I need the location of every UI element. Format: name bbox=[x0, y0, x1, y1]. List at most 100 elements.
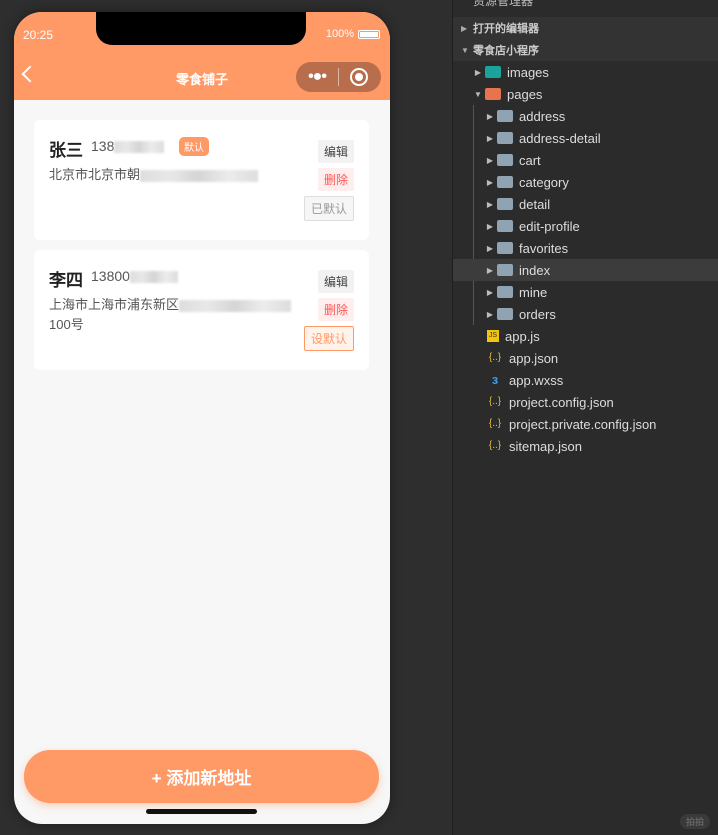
folder-icon bbox=[497, 110, 513, 122]
status-time: 20:25 bbox=[23, 28, 54, 42]
folder-icon bbox=[497, 308, 513, 320]
tree-item-orders[interactable]: ▶ orders bbox=[453, 303, 718, 325]
caret-icon: ▶ bbox=[486, 155, 494, 165]
tree-item-address-detail[interactable]: ▶ address-detail bbox=[453, 127, 718, 149]
tree-item-cart[interactable]: ▶ cart bbox=[453, 149, 718, 171]
more-dots-icon[interactable]: •●• bbox=[296, 68, 338, 86]
tree-item-label: address-detail bbox=[519, 130, 601, 146]
folder-icon bbox=[497, 220, 513, 232]
tree-item-favorites[interactable]: ▶ favorites bbox=[453, 237, 718, 259]
caret-down-icon: ▼ bbox=[461, 45, 469, 55]
caret-icon: ▶ bbox=[486, 133, 494, 143]
edit-button[interactable]: 编辑 bbox=[317, 140, 354, 163]
folder-icon bbox=[497, 264, 513, 276]
json-file-icon: {..} bbox=[488, 396, 502, 407]
tree-item-label: address bbox=[519, 108, 566, 124]
caret-icon: ▶ bbox=[486, 309, 494, 319]
tree-item-index[interactable]: ▶ index bbox=[453, 259, 718, 281]
images-folder-icon bbox=[485, 66, 501, 78]
default-set-button[interactable]: 已默认 bbox=[303, 196, 354, 221]
tree-item-app-js[interactable]: JS app.js bbox=[453, 325, 718, 347]
tree-item-edit-profile[interactable]: ▶ edit-profile bbox=[453, 215, 718, 237]
folder-icon bbox=[497, 132, 513, 144]
caret-icon: ▶ bbox=[486, 243, 494, 253]
caret-icon: ▶ bbox=[486, 111, 494, 121]
set-default-button[interactable]: 设默认 bbox=[303, 326, 354, 351]
tree-item-label: pages bbox=[507, 86, 543, 102]
file-explorer: 资源管理器 ▶ 打开的编辑器 ▼ 零食店小程序 ▶ images ▼ pages ▶ addr… bbox=[452, 0, 718, 835]
contact-name: 李四 bbox=[49, 271, 83, 290]
divider bbox=[338, 68, 339, 86]
section-project[interactable]: ▼ 零食店小程序 bbox=[453, 39, 718, 61]
contact-phone: 138 bbox=[91, 138, 165, 154]
contact-phone: 13800 bbox=[91, 268, 178, 284]
tree-item-label: project.private.config.json bbox=[509, 416, 657, 432]
caret-icon: ▼ bbox=[474, 89, 482, 99]
tree-item-app-json[interactable]: {..} app.json bbox=[453, 347, 718, 369]
tree-item-label: detail bbox=[519, 196, 551, 212]
json-file-icon: {..} bbox=[488, 418, 502, 429]
tree-item-label: category bbox=[519, 174, 569, 190]
notch bbox=[96, 12, 306, 45]
json-file-icon: {..} bbox=[488, 352, 502, 363]
folder-icon bbox=[497, 198, 513, 210]
address-card: 李四 13800 上海市上海市浦东新区 100号 编辑 删除 设默认 bbox=[34, 250, 369, 370]
folder-icon bbox=[497, 286, 513, 298]
caret-right-icon: ▶ bbox=[461, 23, 468, 33]
delete-button[interactable]: 删除 bbox=[317, 298, 354, 321]
js-file-icon: JS bbox=[487, 330, 499, 342]
battery-status: 100% bbox=[326, 28, 380, 40]
tree-item-label: images bbox=[507, 64, 549, 80]
tree-item-label: favorites bbox=[519, 240, 569, 256]
tree-item-images[interactable]: ▶ images bbox=[453, 61, 718, 83]
caret-icon: ▶ bbox=[486, 265, 494, 275]
home-indicator bbox=[146, 809, 257, 814]
tree-item-label: app.wxss bbox=[509, 372, 564, 388]
caret-icon: ▶ bbox=[474, 67, 482, 77]
folder-icon bbox=[497, 154, 513, 166]
capsule-menu: •●• bbox=[296, 62, 381, 92]
pages-folder-icon bbox=[485, 88, 501, 100]
caret-icon: ▶ bbox=[486, 221, 494, 231]
phone-simulator: 20:25 100% 零食铺子 •●• 张三 138 默认 北京市北京市朝 编辑… bbox=[14, 12, 390, 824]
add-address-button[interactable]: + 添加新地址 bbox=[24, 750, 379, 803]
json-file-icon: {..} bbox=[488, 440, 502, 451]
address-card: 张三 138 默认 北京市北京市朝 编辑 删除 已默认 bbox=[34, 120, 369, 240]
record-icon[interactable] bbox=[350, 68, 368, 86]
tree-item-label: project.config.json bbox=[509, 394, 614, 410]
tree-item-label: app.js bbox=[505, 328, 540, 344]
tree-item-pages[interactable]: ▼ pages bbox=[453, 83, 718, 105]
default-badge: 默认 bbox=[179, 137, 209, 156]
battery-icon bbox=[358, 29, 380, 39]
battery-text: 100% bbox=[325, 28, 354, 40]
tree-item-project-config-json[interactable]: {..} project.config.json bbox=[453, 391, 718, 413]
folder-icon bbox=[497, 242, 513, 254]
tree-item-label: app.json bbox=[509, 350, 559, 366]
tree-item-label: sitemap.json bbox=[509, 438, 582, 454]
tree-item-label: index bbox=[519, 262, 551, 278]
section-open-editors[interactable]: ▶ 打开的编辑器 bbox=[453, 17, 718, 39]
tree-item-project-private-config-json[interactable]: {..} project.private.config.json bbox=[453, 413, 718, 435]
tree-item-label: edit-profile bbox=[519, 218, 580, 234]
caret-icon: ▶ bbox=[486, 287, 494, 297]
caret-icon: ▶ bbox=[486, 177, 494, 187]
watermark-badge: 拍拍 bbox=[679, 814, 710, 829]
tree-item-label: cart bbox=[519, 152, 541, 168]
edit-button[interactable]: 编辑 bbox=[317, 270, 354, 293]
explorer-title: 资源管理器 bbox=[473, 0, 534, 8]
tree-item-app-wxss[interactable]: з app.wxss bbox=[453, 369, 718, 391]
tree-item-label: orders bbox=[519, 306, 556, 322]
contact-name: 张三 bbox=[49, 141, 83, 160]
tree-item-detail[interactable]: ▶ detail bbox=[453, 193, 718, 215]
tree-item-sitemap-json[interactable]: {..} sitemap.json bbox=[453, 435, 718, 457]
address-text: 北京市北京市朝 bbox=[49, 165, 299, 185]
delete-button[interactable]: 删除 bbox=[317, 168, 354, 191]
tree-item-mine[interactable]: ▶ mine bbox=[453, 281, 718, 303]
folder-icon bbox=[497, 176, 513, 188]
css-file-icon: з bbox=[491, 372, 499, 387]
address-text: 上海市上海市浦东新区 100号 bbox=[49, 295, 299, 335]
tree-item-category[interactable]: ▶ category bbox=[453, 171, 718, 193]
tree-item-label: mine bbox=[519, 284, 548, 300]
caret-icon: ▶ bbox=[486, 199, 494, 209]
tree-item-address[interactable]: ▶ address bbox=[453, 105, 718, 127]
